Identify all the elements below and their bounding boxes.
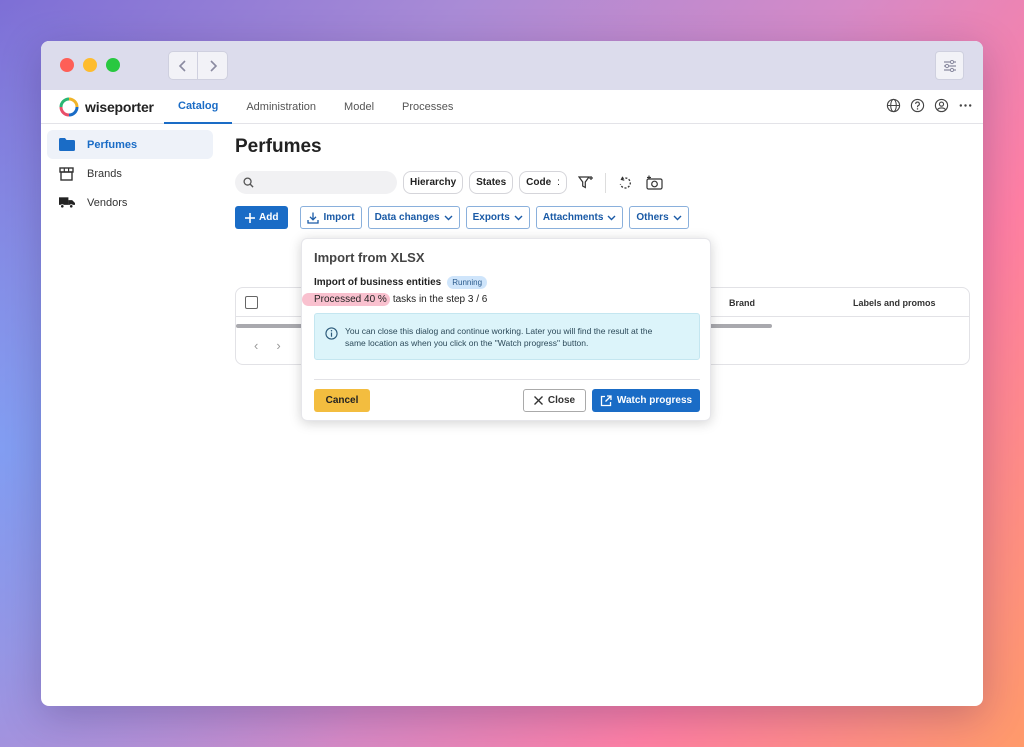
column-labels-and-promos[interactable]: Labels and promos <box>853 298 936 308</box>
window-settings-button[interactable] <box>935 51 964 80</box>
search-box <box>235 171 397 194</box>
select-all-checkbox[interactable] <box>245 296 258 309</box>
reset-icon <box>619 176 631 189</box>
chevron-down-icon <box>673 215 682 220</box>
sidebar-item-label: Perfumes <box>87 138 138 151</box>
main-tabs: Catalog Administration Model Processes <box>164 90 467 124</box>
sidebar-item-label: Brands <box>87 167 122 180</box>
minimize-window-button[interactable] <box>83 58 97 72</box>
close-button[interactable]: Close <box>523 389 586 412</box>
attachments-dropdown[interactable]: Attachments <box>535 206 624 229</box>
dialog-title: Import from XLSX <box>314 250 425 265</box>
sidebar-item-perfumes[interactable]: Perfumes <box>47 130 213 159</box>
snapshot-button[interactable] <box>644 172 666 194</box>
status-badge: Running <box>447 276 488 289</box>
tab-catalog[interactable]: Catalog <box>164 90 233 124</box>
toolbar-divider <box>604 172 606 193</box>
others-dropdown[interactable]: Others <box>629 206 689 229</box>
filter-plus-icon <box>577 176 593 189</box>
app-window: wiseporter Catalog Administration Model … <box>41 41 983 706</box>
store-icon <box>59 166 75 181</box>
logo[interactable]: wiseporter <box>59 97 164 117</box>
plus-icon <box>245 212 255 223</box>
browser-nav <box>168 51 228 80</box>
info-icon <box>325 327 338 340</box>
camera-plus-icon <box>646 175 663 190</box>
forward-button[interactable] <box>198 51 228 80</box>
progress-text: Processed 40 % tasks in the step 3 / 6 <box>302 293 487 306</box>
dialog-subtitle-text: Import of business entities <box>314 277 442 288</box>
info-line-2: same location as when you click on the "… <box>345 338 589 348</box>
data-changes-dropdown[interactable]: Data changes <box>367 206 460 229</box>
add-button-label: Add <box>259 212 279 223</box>
more-icon[interactable] <box>957 97 973 113</box>
logo-text: wiseporter <box>85 98 154 115</box>
hierarchy-filter[interactable]: Hierarchy <box>403 171 464 194</box>
import-button-label: Import <box>323 212 355 223</box>
info-line-1: You can close this dialog and continue w… <box>345 326 653 336</box>
info-message: You can close this dialog and continue w… <box>314 313 700 360</box>
search-input[interactable] <box>258 177 388 188</box>
reset-button[interactable] <box>614 172 636 194</box>
search-icon <box>243 177 254 188</box>
close-icon <box>533 396 543 405</box>
add-button[interactable]: Add <box>235 206 289 229</box>
code-filter-label: Code <box>526 177 552 188</box>
chevron-down-icon <box>444 215 453 220</box>
attachments-label: Attachments <box>542 212 604 223</box>
sidebar-item-vendors[interactable]: Vendors <box>47 188 213 217</box>
download-icon <box>307 212 320 224</box>
prev-page-icon[interactable]: ‹ <box>254 338 258 353</box>
exports-label: Exports <box>472 212 510 223</box>
next-page-icon[interactable]: › <box>276 338 280 353</box>
sidebar-item-label: Vendors <box>87 196 128 209</box>
chevron-down-icon <box>514 215 523 220</box>
filter-toolbar: Hierarchy States Code : <box>235 171 971 194</box>
chevron-left-icon <box>178 59 186 72</box>
user-icon[interactable] <box>933 97 949 113</box>
cancel-button[interactable]: Cancel <box>314 389 370 412</box>
import-dialog: Import from XLSX Import of business enti… <box>301 238 711 421</box>
others-label: Others <box>636 212 669 223</box>
import-button[interactable]: Import <box>300 206 362 229</box>
add-filter-button[interactable] <box>575 172 597 194</box>
sidebar: Perfumes Brands Vendors <box>47 130 213 217</box>
data-changes-label: Data changes <box>374 212 440 223</box>
pagination: ‹ › <box>254 338 281 353</box>
tab-model[interactable]: Model <box>330 90 388 124</box>
sliders-icon <box>943 59 956 72</box>
progress-highlight: Processed 40 % <box>302 293 390 306</box>
close-window-button[interactable] <box>60 58 74 72</box>
tab-administration[interactable]: Administration <box>232 90 330 124</box>
watch-progress-button[interactable]: Watch progress <box>592 389 700 412</box>
sidebar-item-brands[interactable]: Brands <box>47 159 213 188</box>
back-button[interactable] <box>168 51 198 80</box>
external-link-icon <box>600 394 612 406</box>
folder-icon <box>59 138 75 152</box>
truck-icon <box>59 196 75 210</box>
maximize-window-button[interactable] <box>106 58 120 72</box>
column-brand[interactable]: Brand <box>729 298 755 308</box>
header-icons <box>885 97 973 113</box>
app-header: wiseporter Catalog Administration Model … <box>41 90 983 124</box>
main-content: Perfumes Hierarchy States Code : Add Imp… <box>235 130 971 365</box>
help-icon[interactable] <box>909 97 925 113</box>
globe-icon[interactable] <box>885 97 901 113</box>
tab-processes[interactable]: Processes <box>388 90 467 124</box>
chevron-right-icon <box>209 59 217 72</box>
close-button-label: Close <box>547 395 576 406</box>
exports-dropdown[interactable]: Exports <box>465 206 530 229</box>
states-filter[interactable]: States <box>469 171 514 194</box>
page-title: Perfumes <box>235 136 322 157</box>
wiseporter-logo-icon <box>59 97 79 116</box>
title-bar <box>41 41 983 90</box>
code-filter[interactable]: Code : <box>519 171 567 194</box>
dialog-divider <box>314 379 700 380</box>
watch-progress-label: Watch progress <box>616 395 693 406</box>
progress-rest: tasks in the step 3 / 6 <box>392 294 488 305</box>
dialog-subtitle: Import of business entities Running <box>314 276 488 289</box>
actions-bar: Add Import Data changes Exports Attachme… <box>235 206 971 229</box>
code-filter-menu: : <box>557 177 560 188</box>
chevron-down-icon <box>607 215 616 220</box>
